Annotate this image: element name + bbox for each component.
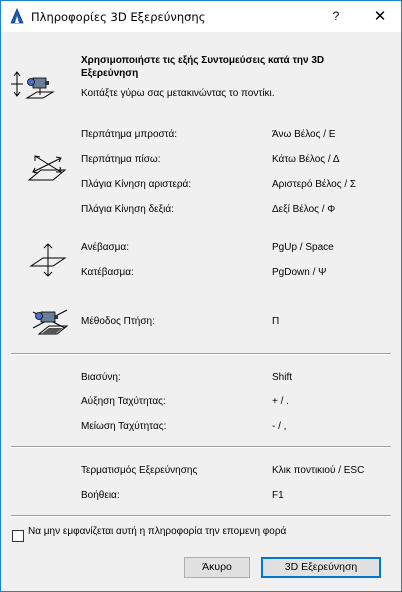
- hurry-key: Shift: [272, 372, 293, 383]
- strafe-right-label: Πλάγια Κίνηση δεξιά:: [81, 204, 174, 215]
- descend-label: Κατέβασμα:: [81, 267, 134, 278]
- cancel-button[interactable]: Άκυρο: [184, 557, 250, 578]
- help-button[interactable]: ?: [321, 1, 351, 32]
- intro-subtext: Κοιτάξτε γύρω σας μετακινώντας το ποντίκ…: [81, 88, 275, 99]
- ascend-key: PgUp / Space: [272, 242, 334, 253]
- walk-back-key: Κάτω Βέλος / Δ: [272, 154, 340, 165]
- fly-mode-key: Π: [272, 316, 280, 327]
- dont-show-again-label[interactable]: Να μην εμφανίζεται αυτή η πληροφορία την…: [28, 526, 328, 546]
- close-button[interactable]: ✕: [363, 1, 397, 32]
- explore-3d-button[interactable]: 3D Εξερεύνηση: [261, 557, 381, 578]
- fly-camera-icon: [32, 309, 69, 335]
- archicad-icon: [10, 8, 24, 24]
- help-key: F1: [272, 490, 284, 501]
- dont-show-again-checkbox[interactable]: [12, 530, 24, 542]
- descend-key: PgDown / Ψ: [272, 267, 327, 278]
- strafe-left-key: Αριστερό Βέλος / Σ: [272, 179, 357, 190]
- end-explore-key: Κλικ ποντικιού / ESC: [272, 465, 365, 476]
- walk-forward-label: Περπάτημα μπροστά:: [81, 129, 178, 140]
- hurry-label: Βιασύνη:: [81, 372, 121, 383]
- speed-down-key: - / ,: [272, 421, 287, 432]
- end-explore-label: Τερματισμός Εξερεύνησης: [81, 465, 198, 476]
- ascend-label: Ανέβασμα:: [81, 242, 129, 253]
- speed-up-label: Αύξηση Ταχύτητας:: [81, 396, 166, 407]
- speed-up-key: + / .: [272, 396, 289, 407]
- walk-forward-key: Άνω Βέλος / Ε: [272, 129, 336, 140]
- separator: [11, 446, 391, 448]
- walk-back-label: Περπάτημα πίσω:: [81, 154, 161, 165]
- dialog-content: Χρησιμοποιήστε τις εξής Συντομεύσεις κατ…: [1, 32, 401, 591]
- up-down-arrows-plane-icon: [29, 243, 67, 277]
- window-title: Πληροφορίες 3D Εξερεύνησης: [31, 10, 206, 24]
- separator: [11, 353, 391, 355]
- dialog-window: Πληροφορίες 3D Εξερεύνησης ? ✕ Χρησιμοπο…: [0, 0, 402, 592]
- look-around-camera-icon: [11, 71, 55, 99]
- separator: [11, 515, 391, 517]
- walk-arrows-plane-icon: [27, 155, 67, 181]
- title-bar[interactable]: Πληροφορίες 3D Εξερεύνησης ? ✕: [1, 1, 401, 32]
- strafe-right-key: Δεξί Βέλος / Φ: [272, 204, 336, 215]
- help-label: Βοήθεια:: [81, 490, 120, 501]
- fly-mode-label: Μέθοδος Πτήση:: [81, 316, 155, 327]
- speed-down-label: Μείωση Ταχύτητας:: [81, 421, 167, 432]
- intro-heading: Χρησιμοποιήστε τις εξής Συντομεύσεις κατ…: [81, 55, 325, 79]
- strafe-left-label: Πλάγια Κίνηση αριστερά:: [81, 179, 192, 190]
